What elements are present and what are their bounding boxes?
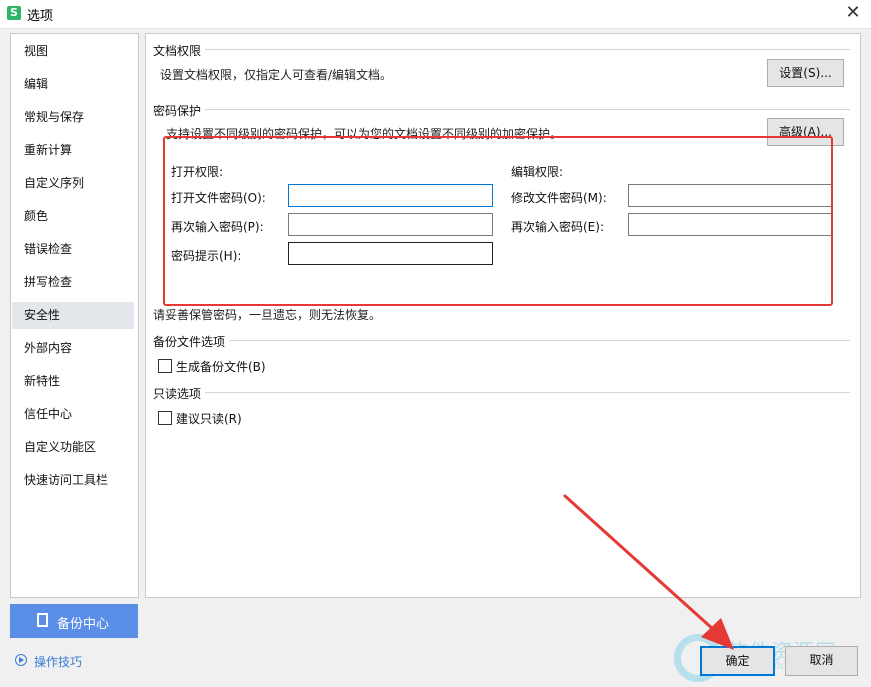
close-icon[interactable]: ✕ (838, 0, 868, 28)
ok-button[interactable]: 确定 (700, 646, 775, 676)
play-icon (15, 654, 27, 666)
password-protection-title: 密码保护 (153, 104, 202, 118)
nav-item-trust-center[interactable]: 信任中心 (12, 401, 134, 428)
operation-tips-link[interactable]: 操作技巧 (34, 653, 82, 670)
nav-item-error-check[interactable]: 错误检查 (12, 236, 134, 263)
wps-spreadsheet-icon: S (7, 6, 21, 20)
nav-item-view[interactable]: 视图 (12, 38, 134, 65)
doc-permissions-title: 文档权限 (153, 44, 202, 58)
open-permission-heading: 打开权限: (171, 165, 224, 179)
nav-item-spell-check[interactable]: 拼写检查 (12, 269, 134, 296)
edit-permission-heading: 编辑权限: (511, 165, 564, 179)
nav-item-security[interactable]: 安全性 (12, 302, 134, 329)
password-warning: 请妥善保管密码，一旦遗忘，则无法恢复。 (153, 308, 382, 322)
title-bar: S 选项 ✕ (0, 0, 871, 29)
backup-center-label: 备份中心 (57, 617, 110, 632)
open-password-label: 打开文件密码(O): (171, 191, 266, 205)
section-divider (205, 109, 850, 110)
nav-item-external-content[interactable]: 外部内容 (12, 335, 134, 362)
options-nav: 视图 编辑 常规与保存 重新计算 自定义序列 颜色 错误检查 拼写检查 安全性 … (10, 33, 139, 598)
nav-item-edit[interactable]: 编辑 (12, 71, 134, 98)
nav-item-custom-lists[interactable]: 自定义序列 (12, 170, 134, 197)
open-password-field[interactable] (288, 184, 493, 207)
nav-item-quick-access-toolbar[interactable]: 快速访问工具栏 (12, 467, 134, 494)
doc-permissions-desc: 设置文档权限，仅指定人可查看/编辑文档。 (160, 68, 393, 82)
window-title: 选项 (27, 9, 54, 24)
backup-options-title: 备份文件选项 (153, 335, 226, 349)
section-divider (229, 340, 850, 341)
modify-confirm-field[interactable] (628, 213, 833, 236)
modify-password-field[interactable] (628, 184, 833, 207)
nav-item-colors[interactable]: 颜色 (12, 203, 134, 230)
cancel-button[interactable]: 取消 (785, 646, 858, 676)
password-hint-label: 密码提示(H): (171, 249, 242, 263)
readonly-options-title: 只读选项 (153, 387, 202, 401)
document-icon (37, 613, 48, 627)
open-confirm-label: 再次输入密码(P): (171, 220, 264, 234)
recommend-readonly-label[interactable]: 建议只读(R) (176, 410, 242, 427)
nav-item-new-features[interactable]: 新特性 (12, 368, 134, 395)
generate-backup-label[interactable]: 生成备份文件(B) (176, 358, 266, 375)
nav-item-general-save[interactable]: 常规与保存 (12, 104, 134, 131)
open-confirm-field[interactable] (288, 213, 493, 236)
password-hint-field[interactable] (288, 242, 493, 265)
section-divider (205, 392, 850, 393)
doc-permissions-settings-button[interactable]: 设置(S)... (767, 59, 844, 87)
password-protection-desc: 支持设置不同级别的密码保护，可以为您的文档设置不同级别的加密保护。 (166, 127, 563, 141)
generate-backup-checkbox[interactable] (158, 359, 172, 373)
modify-password-label: 修改文件密码(M): (511, 191, 607, 205)
section-divider (205, 49, 850, 50)
backup-center-button[interactable]: 备份中心 (10, 604, 138, 638)
advanced-button[interactable]: 高级(A)... (767, 118, 844, 146)
modify-confirm-label: 再次输入密码(E): (511, 220, 604, 234)
recommend-readonly-checkbox[interactable] (158, 411, 172, 425)
nav-item-recalculate[interactable]: 重新计算 (12, 137, 134, 164)
nav-item-customize-ribbon[interactable]: 自定义功能区 (12, 434, 134, 461)
